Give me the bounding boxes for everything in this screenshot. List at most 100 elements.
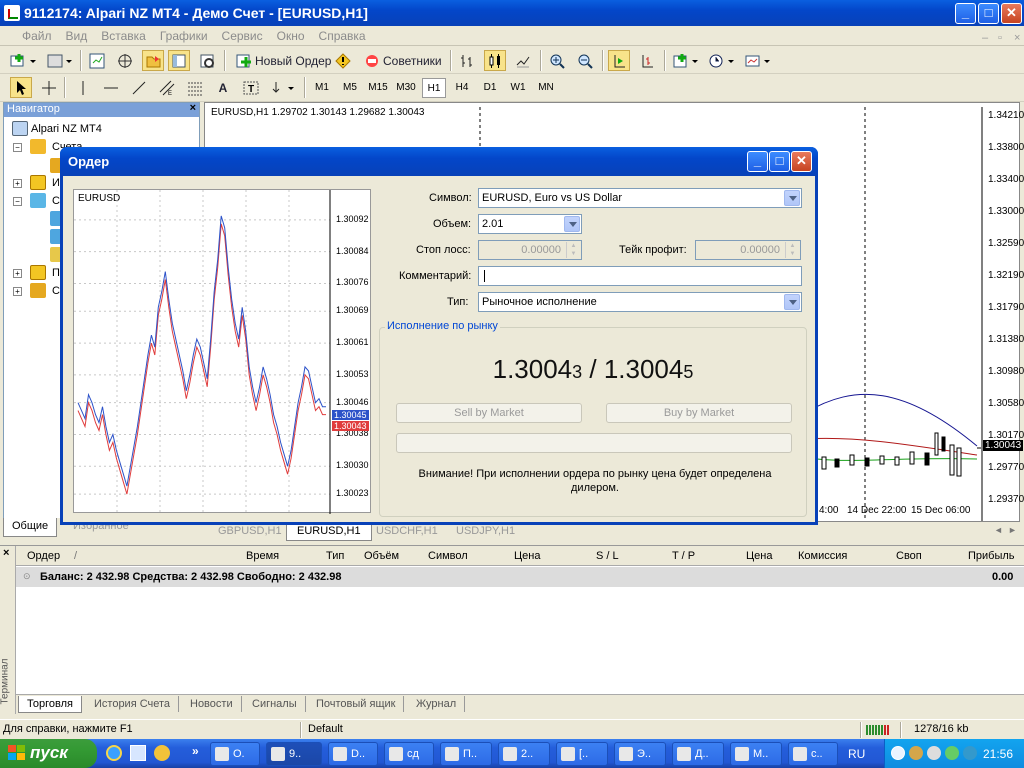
- chart-tab-usdchf[interactable]: USDCHF,H1: [366, 523, 448, 541]
- dialog-close-button[interactable]: ✕: [791, 151, 812, 172]
- desktop-icon[interactable]: [130, 745, 146, 761]
- chart-shift-icon[interactable]: [636, 50, 658, 71]
- tab-scroll-right-icon[interactable]: ►: [1008, 525, 1017, 535]
- taskbar-item-active[interactable]: 9..: [266, 742, 322, 766]
- col-commission[interactable]: Комиссия: [798, 550, 847, 562]
- tab-journal[interactable]: Журнал: [408, 696, 466, 712]
- timeframe-d1[interactable]: D1: [478, 78, 502, 98]
- taskbar-item[interactable]: 2..: [498, 742, 550, 766]
- menu-help[interactable]: Справка: [312, 26, 373, 43]
- tab-signals[interactable]: Сигналы: [244, 696, 306, 712]
- chart-tab-gbpusd[interactable]: GBPUSD,H1: [208, 523, 292, 541]
- chart-tab-eurusd[interactable]: EURUSD,H1: [286, 523, 372, 541]
- taskbar-item[interactable]: П..: [440, 742, 492, 766]
- maximize-button[interactable]: □: [978, 3, 999, 24]
- crosshair-icon[interactable]: [38, 77, 60, 98]
- taskbar-item[interactable]: О.: [210, 742, 260, 766]
- new-chart-icon[interactable]: [8, 50, 40, 71]
- taskbar-item[interactable]: сд: [384, 742, 434, 766]
- app-title-bar[interactable]: 9112174: Alpari NZ MT4 - Демо Счет - [EU…: [0, 0, 1024, 26]
- col-order[interactable]: Ордер: [27, 550, 60, 562]
- horizontal-line-icon[interactable]: [100, 77, 122, 98]
- taskbar-item[interactable]: [..: [556, 742, 608, 766]
- templates-icon[interactable]: [742, 50, 774, 71]
- tray-volume-icon[interactable]: [927, 746, 941, 760]
- tab-common[interactable]: Общие: [3, 518, 58, 537]
- menu-view[interactable]: Вид: [59, 26, 95, 43]
- terminal-close-icon[interactable]: ×: [3, 547, 9, 559]
- mdi-close-icon[interactable]: ×: [1007, 29, 1024, 44]
- auto-scroll-icon[interactable]: [608, 50, 630, 71]
- text-icon[interactable]: A: [212, 77, 234, 98]
- timeframe-h1[interactable]: H1: [422, 78, 446, 98]
- channel-icon[interactable]: E: [156, 77, 178, 98]
- strategy-tester-icon[interactable]: [196, 50, 218, 71]
- volume-select[interactable]: 2.01: [478, 214, 582, 234]
- taskbar-item[interactable]: Д..: [672, 742, 724, 766]
- dialog-minimize-button[interactable]: _: [747, 151, 768, 172]
- order-dialog-title-bar[interactable]: Ордер _ □ ✕: [60, 147, 818, 176]
- line-chart-icon[interactable]: [512, 50, 534, 71]
- timeframe-w1[interactable]: W1: [506, 78, 530, 98]
- tab-account-history[interactable]: История Счета: [86, 696, 180, 712]
- close-button[interactable]: ✕: [1001, 3, 1022, 24]
- chart-tab-usdjpy[interactable]: USDJPY,H1: [446, 523, 525, 541]
- bar-chart-icon[interactable]: [456, 50, 478, 71]
- stop-loss-input[interactable]: 0.00000 ▲ ▼: [478, 240, 582, 260]
- timeframe-m30[interactable]: M30: [394, 78, 418, 98]
- indicators-icon[interactable]: [670, 50, 702, 71]
- candlestick-icon[interactable]: [484, 50, 506, 71]
- navigator-close-icon[interactable]: ×: [190, 102, 196, 114]
- col-sl[interactable]: S / L: [596, 550, 619, 562]
- vertical-line-icon[interactable]: [72, 77, 94, 98]
- tree-collapse-icon[interactable]: −: [13, 143, 22, 152]
- chevron-down-icon[interactable]: [784, 294, 800, 310]
- tray-network-icon[interactable]: [945, 746, 959, 760]
- tray-shield-icon[interactable]: [963, 746, 977, 760]
- chevron-down-icon[interactable]: [784, 190, 800, 206]
- fibonacci-icon[interactable]: [184, 77, 206, 98]
- comment-input[interactable]: [478, 266, 802, 286]
- expert-advisors-button[interactable]: Советники: [360, 50, 446, 71]
- taskbar-item[interactable]: Э..: [614, 742, 666, 766]
- market-watch-icon[interactable]: [86, 50, 108, 71]
- minimize-button[interactable]: _: [955, 3, 976, 24]
- trend-line-icon[interactable]: [128, 77, 150, 98]
- timeframe-m1[interactable]: M1: [310, 78, 334, 98]
- col-sort-icon[interactable]: /: [74, 550, 77, 562]
- col-tp[interactable]: T / P: [672, 550, 695, 562]
- taskbar-item[interactable]: с..: [788, 742, 838, 766]
- spinner-icon[interactable]: ▲ ▼: [566, 242, 580, 258]
- col-volume[interactable]: Объём: [364, 550, 399, 562]
- menu-file[interactable]: Файл: [0, 26, 59, 43]
- timeframe-m5[interactable]: M5: [338, 78, 362, 98]
- menu-insert[interactable]: Вставка: [94, 26, 153, 43]
- periods-icon[interactable]: [706, 50, 738, 71]
- tab-scroll-left-icon[interactable]: ◄: [994, 525, 1003, 535]
- tray-user-icon[interactable]: [909, 746, 923, 760]
- col-swap[interactable]: Своп: [896, 550, 922, 562]
- menu-tools[interactable]: Сервис: [215, 26, 270, 43]
- tree-collapse-icon[interactable]: −: [13, 197, 22, 206]
- quicklaunch-more-icon[interactable]: »: [192, 744, 199, 758]
- col-profit[interactable]: Прибыль: [968, 550, 1015, 562]
- col-price2[interactable]: Цена: [746, 550, 772, 562]
- col-time[interactable]: Время: [246, 550, 279, 562]
- take-profit-input[interactable]: 0.00000 ▲ ▼: [695, 240, 801, 260]
- col-price[interactable]: Цена: [514, 550, 540, 562]
- profiles-icon[interactable]: [44, 50, 76, 71]
- timeframe-h4[interactable]: H4: [450, 78, 474, 98]
- media-icon[interactable]: [154, 745, 170, 761]
- taskbar-item[interactable]: М..: [730, 742, 782, 766]
- text-label-icon[interactable]: T: [240, 77, 262, 98]
- tray-arrow-icon[interactable]: [891, 746, 905, 760]
- terminal-icon[interactable]: [168, 50, 190, 71]
- sell-by-market-button[interactable]: Sell by Market: [396, 403, 582, 423]
- navigator-root[interactable]: Alpari NZ MT4: [31, 123, 102, 135]
- tree-expand-icon[interactable]: +: [13, 287, 22, 296]
- tree-expand-icon[interactable]: +: [13, 269, 22, 278]
- language-indicator[interactable]: RU: [848, 747, 865, 761]
- tree-expand-icon[interactable]: +: [13, 179, 22, 188]
- alert-icon[interactable]: [332, 50, 354, 71]
- col-type[interactable]: Тип: [326, 550, 344, 562]
